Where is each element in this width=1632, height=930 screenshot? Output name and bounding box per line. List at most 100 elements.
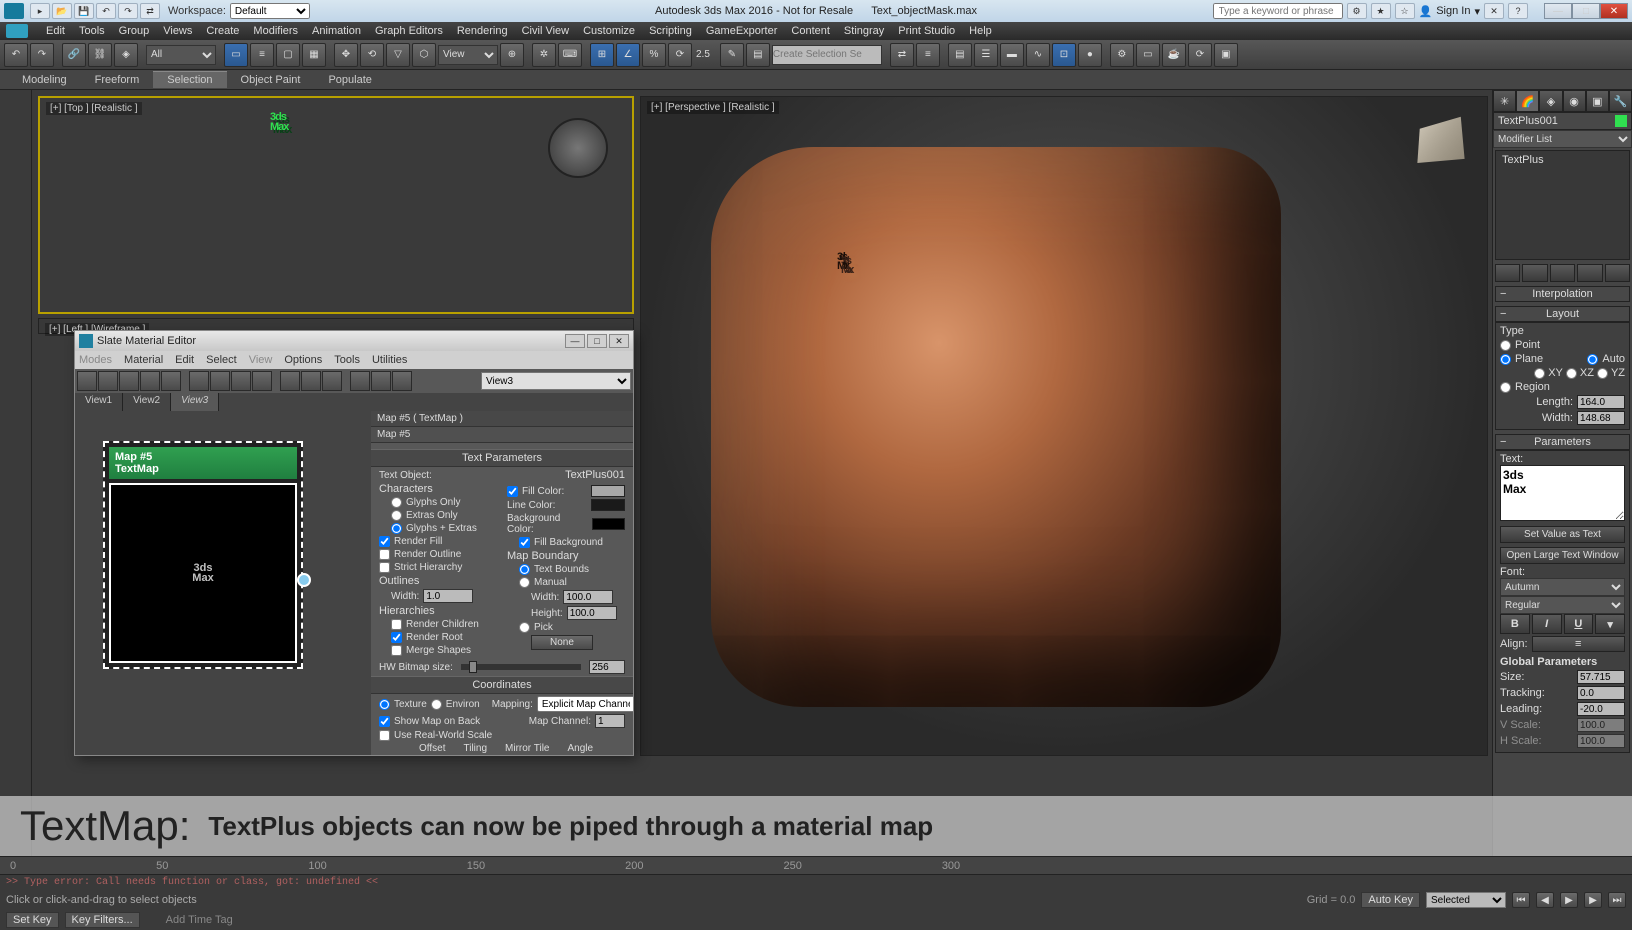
- radio-manual[interactable]: [519, 577, 530, 588]
- stack-configure-button[interactable]: [1605, 264, 1630, 282]
- object-color-swatch[interactable]: [1615, 115, 1627, 127]
- named-selection-input[interactable]: [772, 45, 882, 65]
- me-menu-options[interactable]: Options: [284, 354, 322, 366]
- ribbon-toggle-button[interactable]: ▬: [1000, 43, 1024, 67]
- undo-button[interactable]: ↶: [4, 43, 28, 67]
- mateditor-close-button[interactable]: ✕: [609, 334, 629, 348]
- menu-create[interactable]: Create: [206, 25, 239, 37]
- scale-button[interactable]: ▽: [386, 43, 410, 67]
- mateditor-maximize-button[interactable]: □: [587, 334, 607, 348]
- check-merge-shapes[interactable]: [391, 645, 402, 656]
- ref-coord-dropdown[interactable]: View: [438, 45, 498, 65]
- unlink-button[interactable]: ⛓: [88, 43, 112, 67]
- check-render-fill[interactable]: [379, 536, 390, 547]
- check-render-outline[interactable]: [379, 549, 390, 560]
- menu-group[interactable]: Group: [119, 25, 150, 37]
- select-name-button[interactable]: ≡: [250, 43, 274, 67]
- layer-button[interactable]: ▤: [948, 43, 972, 67]
- mateditor-minimize-button[interactable]: —: [565, 334, 585, 348]
- menu-gameexporter[interactable]: GameExporter: [706, 25, 778, 37]
- size-input[interactable]: [1577, 670, 1625, 684]
- me-tab-view1[interactable]: View1: [75, 393, 123, 411]
- menu-civilview[interactable]: Civil View: [522, 25, 569, 37]
- check-fill-background[interactable]: [519, 537, 530, 548]
- named-sel-edit-button[interactable]: ✎: [720, 43, 744, 67]
- maximize-button[interactable]: □: [1572, 3, 1600, 19]
- help-icon[interactable]: ?: [1508, 3, 1528, 19]
- check-render-root[interactable]: [391, 632, 402, 643]
- material-editor-button[interactable]: ●: [1078, 43, 1102, 67]
- me-view-select[interactable]: View3: [481, 372, 631, 390]
- new-icon[interactable]: ▸: [30, 3, 50, 19]
- cmd-tab-display[interactable]: ▣: [1586, 90, 1609, 112]
- check-render-children[interactable]: [391, 619, 402, 630]
- pick-none-button[interactable]: None: [531, 635, 593, 650]
- render-setup-button[interactable]: ⚙: [1110, 43, 1134, 67]
- app-menu-icon[interactable]: [6, 24, 28, 38]
- me-menu-tools[interactable]: Tools: [334, 354, 360, 366]
- font-dropdown[interactable]: Autumn: [1500, 578, 1625, 596]
- viewport-top-label[interactable]: [+] [Top ] [Realistic ]: [46, 102, 142, 115]
- keyboard-shortcut-button[interactable]: ⌨: [558, 43, 582, 67]
- bind-button[interactable]: ◈: [114, 43, 138, 67]
- me-tool-3[interactable]: [119, 371, 139, 391]
- layout-header[interactable]: Layout: [1495, 306, 1630, 322]
- section-text-parameters[interactable]: Text Parameters: [371, 449, 633, 467]
- menu-content[interactable]: Content: [791, 25, 830, 37]
- tab-objectpaint[interactable]: Object Paint: [227, 72, 315, 88]
- me-menu-view[interactable]: View: [249, 354, 273, 366]
- text-object-value[interactable]: TextPlus001: [565, 469, 625, 481]
- section-coordinates[interactable]: Coordinates: [371, 676, 633, 694]
- me-tool-11[interactable]: [301, 371, 321, 391]
- spinner-snap-button[interactable]: ⟳: [668, 43, 692, 67]
- me-tool-6[interactable]: [189, 371, 209, 391]
- setkey-button[interactable]: Set Key: [6, 912, 59, 928]
- close-button[interactable]: ✕: [1600, 3, 1628, 19]
- keymode-dropdown[interactable]: Selected: [1426, 892, 1506, 908]
- check-real-world[interactable]: [379, 730, 390, 741]
- style-more-button[interactable]: ▾: [1595, 614, 1625, 634]
- viewport-persp-label[interactable]: [+] [Perspective ] [Realistic ]: [647, 101, 779, 114]
- window-crossing-button[interactable]: ▦: [302, 43, 326, 67]
- radio-text-bounds[interactable]: [519, 564, 530, 575]
- modifier-stack[interactable]: TextPlus: [1495, 150, 1630, 260]
- infocenter-icon[interactable]: ⚙: [1347, 3, 1367, 19]
- save-icon[interactable]: 💾: [74, 3, 94, 19]
- radio-texture[interactable]: [379, 699, 390, 710]
- menu-grapheditors[interactable]: Graph Editors: [375, 25, 443, 37]
- timeline-ruler[interactable]: 0 50 100 150 200 250 300: [0, 857, 1632, 875]
- vscale-input[interactable]: [1577, 718, 1625, 732]
- me-tool-delete[interactable]: [161, 371, 181, 391]
- schematic-button[interactable]: ⊡: [1052, 43, 1076, 67]
- open-icon[interactable]: 📂: [52, 3, 72, 19]
- play-start-button[interactable]: ⏮: [1512, 892, 1530, 908]
- textmap-node[interactable]: Map #5 TextMap 3ds Max: [103, 441, 303, 669]
- viewcube-top[interactable]: [548, 118, 608, 178]
- radio-region[interactable]: [1500, 382, 1511, 393]
- me-tool-8[interactable]: [231, 371, 251, 391]
- menu-customize[interactable]: Customize: [583, 25, 635, 37]
- fill-color-swatch[interactable]: [591, 485, 625, 497]
- tracking-input[interactable]: [1577, 686, 1625, 700]
- menu-views[interactable]: Views: [163, 25, 192, 37]
- map-channel-input[interactable]: [595, 714, 625, 728]
- percent-snap-button[interactable]: %: [642, 43, 666, 67]
- mirror-button[interactable]: ⇄: [890, 43, 914, 67]
- modifier-list-dropdown[interactable]: Modifier List: [1493, 130, 1632, 148]
- add-time-tag[interactable]: Add Time Tag: [166, 914, 233, 926]
- mateditor-graph[interactable]: Map #5 TextMap 3ds Max: [75, 411, 371, 755]
- menu-stingray[interactable]: Stingray: [844, 25, 884, 37]
- mateditor-titlebar[interactable]: Slate Material Editor — □ ✕: [75, 331, 633, 351]
- redo-icon[interactable]: ↷: [118, 3, 138, 19]
- hw-bitmap-slider[interactable]: [461, 664, 581, 670]
- me-menu-material[interactable]: Material: [124, 354, 163, 366]
- minimize-button[interactable]: —: [1544, 3, 1572, 19]
- align-button[interactable]: ≡: [1532, 636, 1625, 652]
- me-tool-zoom[interactable]: [392, 371, 412, 391]
- undo-icon[interactable]: ↶: [96, 3, 116, 19]
- me-tool-14[interactable]: [371, 371, 391, 391]
- hscale-input[interactable]: [1577, 734, 1625, 748]
- layout-width-input[interactable]: [1577, 411, 1625, 425]
- mapping-dropdown[interactable]: Explicit Map Channel: [537, 696, 633, 712]
- menu-help[interactable]: Help: [969, 25, 992, 37]
